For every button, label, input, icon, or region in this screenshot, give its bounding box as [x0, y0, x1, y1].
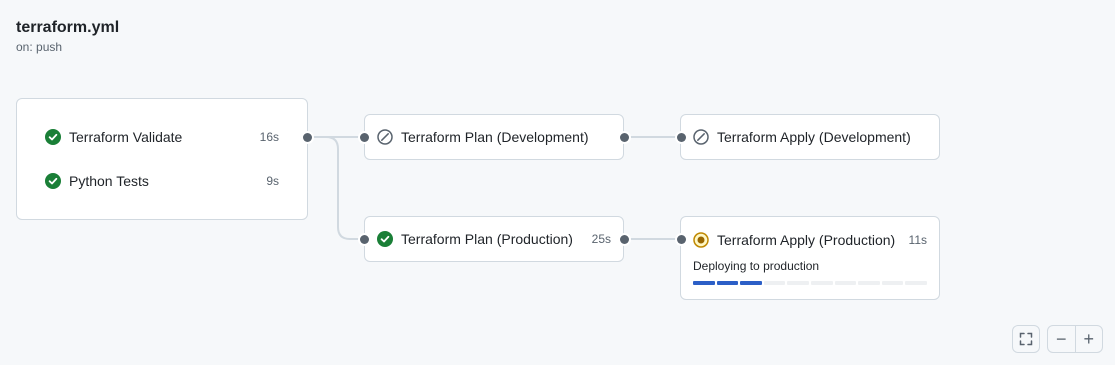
- progress-segment: [787, 281, 809, 285]
- zoom-out-button[interactable]: −: [1048, 326, 1075, 352]
- progress-segment: [716, 281, 739, 285]
- check-circle-icon: [377, 231, 393, 247]
- workflow-trigger: on: push: [16, 40, 63, 54]
- deploy-status-text: Deploying to production: [693, 259, 927, 273]
- connector-dot: [677, 235, 686, 244]
- progress-segment: [810, 281, 833, 285]
- zoom-in-button[interactable]: +: [1074, 326, 1103, 352]
- job-plan-development[interactable]: Terraform Plan (Development): [364, 114, 624, 160]
- job-terraform-validate[interactable]: Terraform Validate 16s: [45, 127, 279, 147]
- deploy-prefix: Deploying to: [693, 259, 760, 273]
- progress-segment: [763, 281, 786, 285]
- environment-link[interactable]: production: [763, 259, 819, 273]
- connector-dot: [303, 133, 312, 142]
- progress-segment: [834, 281, 857, 285]
- fullscreen-icon: [1018, 331, 1034, 347]
- progress-segment: [740, 281, 762, 285]
- job-duration: 11s: [908, 233, 927, 247]
- job-name: Terraform Plan (Production): [401, 231, 573, 247]
- job-name: Terraform Apply (Development): [717, 129, 911, 145]
- progress-segment: [881, 281, 904, 285]
- job-plan-production[interactable]: Terraform Plan (Production) 25s: [364, 216, 624, 262]
- connector-dot: [677, 133, 686, 142]
- progress-bar: [693, 281, 927, 285]
- fullscreen-button[interactable]: [1012, 325, 1040, 353]
- connector-dot: [620, 235, 629, 244]
- progress-segment: [905, 281, 927, 285]
- job-duration: 16s: [259, 130, 279, 144]
- job-name: Python Tests: [69, 173, 149, 189]
- skipped-icon: [377, 129, 393, 145]
- check-circle-icon: [45, 129, 61, 145]
- skipped-icon: [693, 129, 709, 145]
- connector-dot: [620, 133, 629, 142]
- job-apply-development[interactable]: Terraform Apply (Development): [680, 114, 940, 160]
- job-duration: 25s: [591, 232, 611, 246]
- check-circle-icon: [45, 173, 61, 189]
- deployment-progress: Deploying to production: [693, 259, 927, 285]
- connector-group-plan-prod: [307, 136, 368, 240]
- job-python-tests[interactable]: Python Tests 9s: [45, 171, 279, 191]
- job-duration: 9s: [266, 174, 279, 188]
- job-header-row: Terraform Apply (Production) 11s: [693, 217, 927, 263]
- connector-dot: [360, 133, 369, 142]
- job-name: Terraform Apply (Production): [717, 232, 896, 248]
- job-apply-production[interactable]: Terraform Apply (Production) 11s Deployi…: [680, 216, 940, 300]
- progress-segment: [858, 281, 880, 285]
- in-progress-icon: [693, 232, 709, 248]
- job-name: Terraform Plan (Development): [401, 129, 589, 145]
- job-name: Terraform Validate: [69, 129, 183, 145]
- workflow-header: terraform.yml on: push: [16, 18, 119, 54]
- zoom-controls: − +: [1047, 325, 1103, 353]
- connector-dot: [360, 235, 369, 244]
- workflow-title[interactable]: terraform.yml: [16, 18, 119, 38]
- job-group-card: Terraform Validate 16s Python Tests 9s: [16, 98, 308, 220]
- progress-segment: [693, 281, 715, 285]
